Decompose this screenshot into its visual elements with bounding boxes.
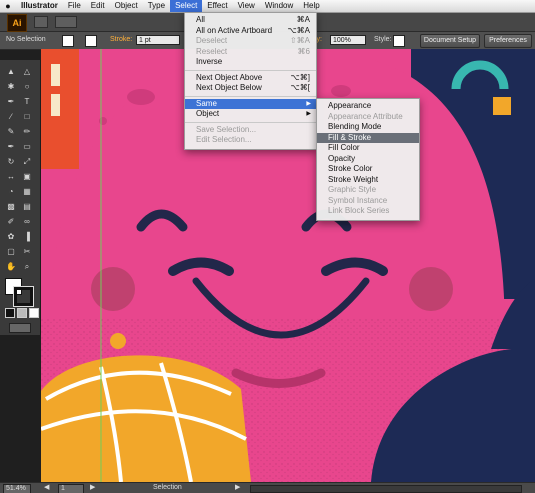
slice-tool-icon[interactable]: ✂ (21, 246, 33, 258)
zoom-tool-icon[interactable]: ⌕ (21, 261, 33, 273)
next-artboard-icon[interactable]: ▶ (90, 484, 95, 492)
style-label: Style: (374, 36, 392, 43)
bridge-icon[interactable] (34, 16, 48, 28)
status-bar: 51.4% ◀ 1 ▶ Selection ▶ (0, 482, 535, 493)
rotate-tool-icon[interactable]: ↻ (5, 156, 17, 168)
submenu-item-link-block-series[interactable]: Link Block Series (317, 206, 419, 217)
pencil-tool-icon[interactable]: ✏ (21, 126, 33, 138)
fill-swatch[interactable] (62, 35, 74, 47)
submenu-item-stroke-weight[interactable]: Stroke Weight (317, 175, 419, 186)
menu-view[interactable]: View (233, 0, 260, 12)
menu-edit[interactable]: Edit (86, 0, 110, 12)
scale-tool-icon[interactable]: ⤢ (21, 156, 33, 168)
chevron-right-icon: ▶ (306, 100, 311, 107)
submenu-item-graphic-style[interactable]: Graphic Style (317, 185, 419, 196)
menu-select[interactable]: Select (170, 0, 203, 12)
gradient-tool-icon[interactable]: ▤ (21, 201, 33, 213)
same-submenu: Appearance Appearance Attribute Blending… (316, 98, 420, 221)
menu-effect[interactable]: Effect (202, 0, 232, 12)
line-tool-icon[interactable]: ∕ (5, 111, 17, 123)
screen-mode-icon[interactable] (9, 323, 31, 333)
hand-tool-icon[interactable]: ✋ (5, 261, 17, 273)
blend-tool-icon[interactable]: ∞ (21, 216, 33, 228)
symbol-sprayer-tool-icon[interactable]: ✿ (5, 231, 17, 243)
selection-status: No Selection (6, 36, 46, 43)
mesh-tool-icon[interactable]: ▩ (5, 201, 17, 213)
submenu-item-fill-and-stroke[interactable]: Fill & Stroke (317, 132, 419, 143)
submenu-item-appearance[interactable]: Appearance (317, 101, 419, 112)
graphic-style-swatch[interactable] (393, 35, 405, 47)
free-transform-tool-icon[interactable]: ▣ (21, 171, 33, 183)
menu-object[interactable]: Object (110, 0, 143, 12)
chevron-right-icon: ▶ (306, 111, 311, 117)
width-tool-icon[interactable]: ↔ (5, 171, 17, 183)
pen-tool-icon[interactable]: ✒ (5, 96, 17, 108)
menu-window[interactable]: Window (260, 0, 298, 12)
rectangle-tool-icon[interactable]: □ (21, 111, 33, 123)
menu-item-inverse[interactable]: Inverse (185, 57, 316, 68)
submenu-item-fill-color[interactable]: Fill Color (317, 143, 419, 154)
selection-tool-icon[interactable]: ▲ (5, 66, 17, 78)
menu-illustrator[interactable]: Illustrator (16, 0, 63, 12)
menu-item-edit-selection[interactable]: Edit Selection... (185, 135, 316, 146)
zoom-level-field[interactable]: 51.4% (3, 484, 31, 493)
app-logo: Ai (7, 14, 27, 32)
menu-separator (185, 95, 316, 97)
gradient-mode-icon[interactable] (17, 308, 27, 318)
direct-selection-tool-icon[interactable]: △ (21, 66, 33, 78)
menu-item-all[interactable]: All ⌘A (185, 15, 316, 26)
paintbrush-tool-icon[interactable]: ✎ (5, 126, 17, 138)
stroke-color-box[interactable] (13, 286, 34, 307)
current-tool-status: Selection (153, 484, 182, 491)
apple-icon[interactable]: ● (0, 1, 16, 11)
submenu-item-blending-mode[interactable]: Blending Mode (317, 122, 419, 133)
status-menu-arrow-icon[interactable]: ▶ (235, 484, 240, 492)
artboard-tool-icon[interactable]: ▢ (5, 246, 17, 258)
artboard-number-field[interactable]: 1 (58, 484, 84, 493)
menu-help[interactable]: Help (298, 0, 324, 12)
menu-item-deselect[interactable]: Deselect ⇧⌘A (185, 36, 316, 47)
preferences-button[interactable]: Preferences (484, 34, 532, 48)
select-menu: All ⌘A All on Active Artboard ⌥⌘A Deselect… (184, 12, 317, 150)
menu-item-next-object-below[interactable]: Next Object Below ⌥⌘[ (185, 83, 316, 94)
horizontal-scrollbar[interactable] (250, 485, 522, 493)
shape-builder-tool-icon[interactable]: ◔ (5, 186, 17, 198)
submenu-item-opacity[interactable]: Opacity (317, 154, 419, 165)
menu-item-object[interactable]: Object ▶ (185, 109, 316, 120)
document-setup-button[interactable]: Document Setup (420, 34, 480, 48)
menu-item-same[interactable]: Same ▶ (185, 98, 316, 109)
stroke-weight-field[interactable]: 1 pt (136, 35, 180, 45)
lasso-tool-icon[interactable]: ○ (21, 81, 33, 93)
submenu-item-stroke-color[interactable]: Stroke Color (317, 164, 419, 175)
arrange-documents-icon[interactable] (55, 16, 77, 28)
menu-item-all-on-active-artboard[interactable]: All on Active Artboard ⌥⌘A (185, 26, 316, 37)
tools-panel: ▲ △ ✱ ○ ✒ T ∕ □ ✎ ✏ ✒ ▭ ↻ ⤢ ↔ ▣ ◔ ▦ ▩ ▤ … (0, 60, 41, 335)
menu-separator (185, 69, 316, 71)
blob-brush-tool-icon[interactable]: ✒ (5, 141, 17, 153)
eraser-tool-icon[interactable]: ▭ (21, 141, 33, 153)
type-tool-icon[interactable]: T (21, 96, 33, 108)
menu-item-reselect[interactable]: Reselect ⌘6 (185, 47, 316, 58)
menu-item-next-object-above[interactable]: Next Object Above ⌥⌘] (185, 73, 316, 84)
stroke-label[interactable]: Stroke: (110, 36, 132, 43)
stroke-swatch[interactable] (85, 35, 97, 47)
submenu-item-symbol-instance[interactable]: Symbol Instance (317, 196, 419, 207)
menu-file[interactable]: File (63, 0, 86, 12)
color-mode-icon[interactable] (5, 308, 15, 318)
opacity-field[interactable]: 100% (330, 35, 366, 45)
submenu-item-appearance-attribute[interactable]: Appearance Attribute (317, 112, 419, 123)
eyedropper-tool-icon[interactable]: ✐ (5, 216, 17, 228)
column-graph-tool-icon[interactable]: ▐ (21, 231, 33, 243)
perspective-grid-tool-icon[interactable]: ▦ (21, 186, 33, 198)
none-mode-icon[interactable] (29, 308, 39, 318)
magic-wand-tool-icon[interactable]: ✱ (5, 81, 17, 93)
menu-type[interactable]: Type (143, 0, 170, 12)
menu-separator (185, 121, 316, 123)
first-artboard-icon[interactable]: ◀ (44, 484, 49, 492)
menu-item-save-selection[interactable]: Save Selection... (185, 125, 316, 136)
